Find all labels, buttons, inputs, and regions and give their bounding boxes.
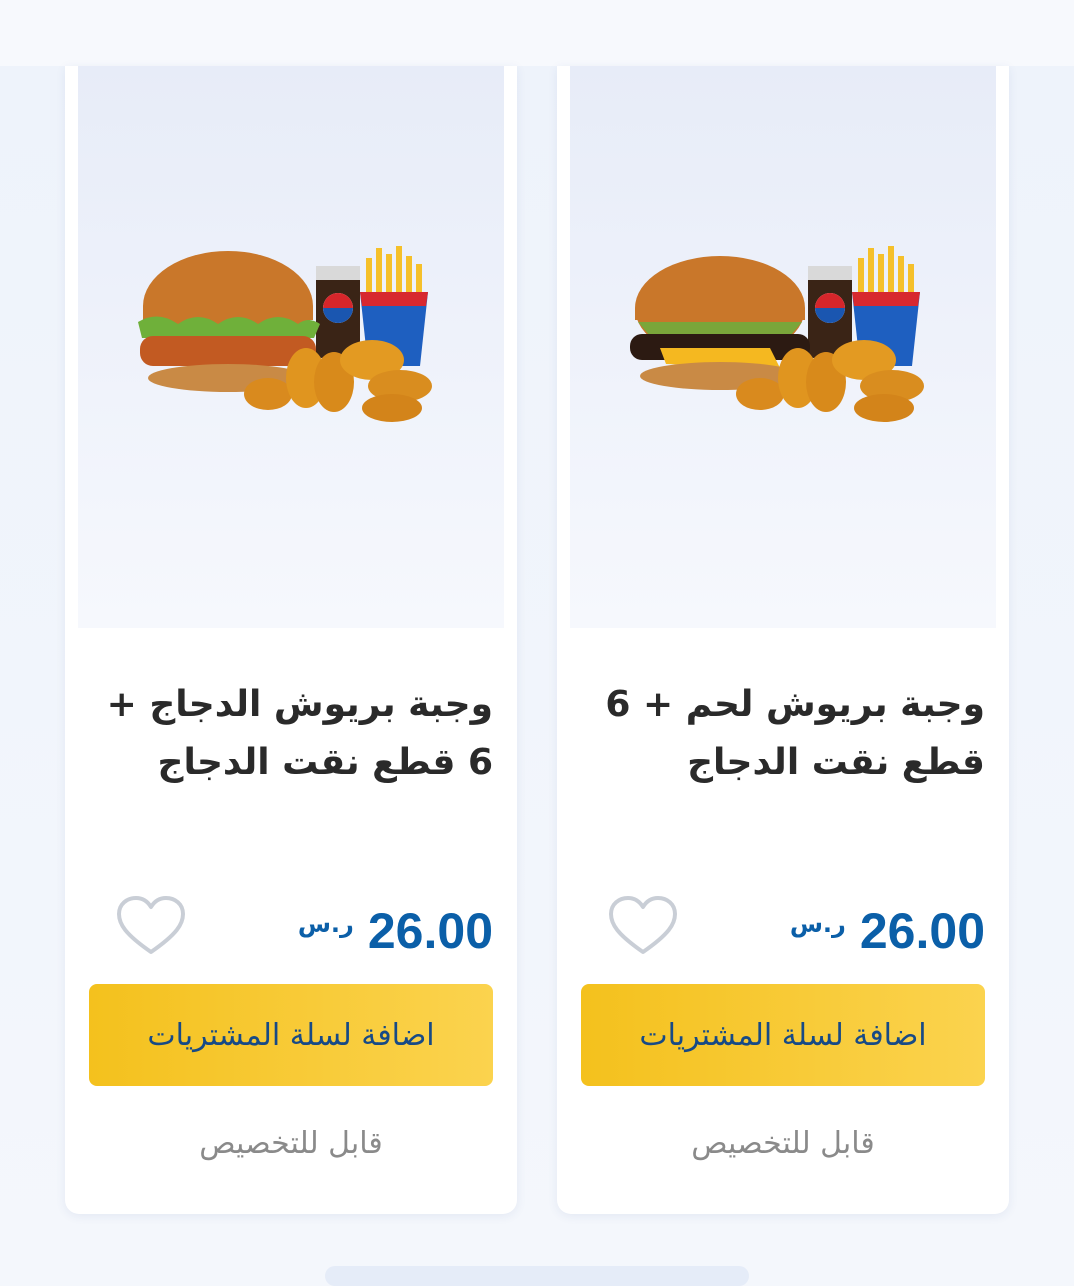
chicken-brioche-meal-image bbox=[138, 246, 432, 422]
product-card[interactable]: وجبة بريوش الدجاج + 6 قطع نقت الدجاج ر.س… bbox=[65, 66, 517, 1214]
add-to-cart-label: اضافة لسلة المشتريات bbox=[639, 1017, 927, 1053]
bottom-bar-edge bbox=[325, 1266, 749, 1286]
product-title: وجبة بريوش لحم + 6 قطع نقت الدجاج bbox=[595, 676, 985, 792]
beef-brioche-meal-image bbox=[630, 246, 924, 422]
product-title: وجبة بريوش الدجاج + 6 قطع نقت الدجاج bbox=[103, 676, 493, 792]
favorite-heart-icon[interactable] bbox=[607, 894, 679, 958]
price-row: ر.س 26.00 bbox=[790, 901, 985, 961]
price-value: 26.00 bbox=[859, 903, 985, 959]
add-to-cart-button[interactable]: اضافة لسلة المشتريات bbox=[581, 984, 985, 1086]
price-row: ر.س 26.00 bbox=[298, 901, 493, 961]
product-title-line-2: قطع نقت الدجاج bbox=[687, 742, 985, 783]
add-to-cart-label: اضافة لسلة المشتريات bbox=[147, 1017, 435, 1053]
customizable-label: قابل للتخصيص bbox=[691, 1126, 875, 1161]
product-title-line-1: وجبة بريوش الدجاج + bbox=[106, 684, 493, 725]
customizable-label: قابل للتخصيص bbox=[199, 1126, 383, 1161]
product-title-line-1: وجبة بريوش لحم + 6 bbox=[605, 684, 985, 725]
product-title-line-2: 6 قطع نقت الدجاج bbox=[157, 742, 494, 783]
favorite-heart-icon[interactable] bbox=[115, 894, 187, 958]
currency-label: ر.س bbox=[297, 910, 354, 938]
product-image-area[interactable] bbox=[570, 66, 996, 628]
price-value: 26.00 bbox=[367, 903, 493, 959]
add-to-cart-button[interactable]: اضافة لسلة المشتريات bbox=[89, 984, 493, 1086]
currency-label: ر.س bbox=[789, 910, 846, 938]
product-card[interactable]: وجبة بريوش لحم + 6 قطع نقت الدجاج ر.س 26… bbox=[557, 66, 1009, 1214]
top-strip bbox=[0, 0, 1074, 66]
product-image-area[interactable] bbox=[78, 66, 504, 628]
